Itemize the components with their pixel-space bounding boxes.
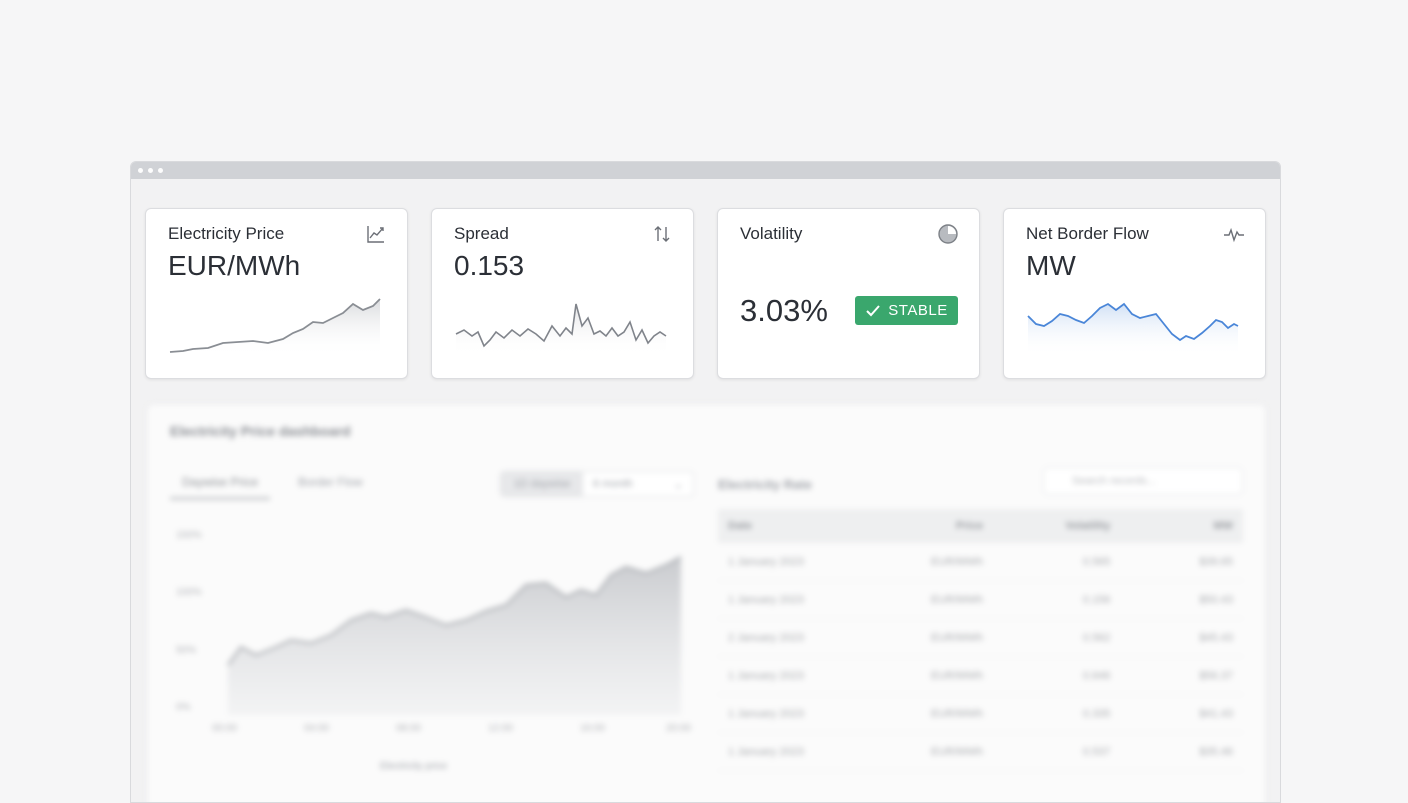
table-cell: 0.335 bbox=[1082, 707, 1111, 720]
status-badge-label: STABLE bbox=[888, 302, 948, 319]
table-cell: $39.65 bbox=[1199, 555, 1233, 568]
electricity-price-sparkline bbox=[169, 298, 381, 356]
window-dot[interactable] bbox=[148, 168, 153, 173]
card-title: Electricity Price bbox=[168, 224, 285, 243]
table-header: Date Price Volatility MW bbox=[718, 509, 1243, 543]
volatility-value: 3.03% bbox=[740, 293, 828, 328]
table-cell: EUR/MWh bbox=[931, 631, 983, 644]
panel-title: Electricity Price dashboard bbox=[170, 423, 351, 439]
table-row[interactable]: 1 January 2023 EUR/MWh 0.156 $50.43 bbox=[718, 581, 1243, 619]
dashboard-panel: Electricity Price dashboard Daywise Pric… bbox=[147, 404, 1266, 802]
table-cell: 1 January 2023 bbox=[728, 745, 804, 758]
table-cell: 1 January 2023 bbox=[728, 707, 804, 720]
table-cell: 1 January 2023 bbox=[728, 669, 804, 682]
tab-daywise-price[interactable]: Daywise Price bbox=[170, 475, 271, 500]
tab-border-flow[interactable]: Border Flow bbox=[298, 475, 363, 500]
range-selector[interactable]: 1D daywise 6 month ⌄ bbox=[500, 471, 694, 497]
trend-chart-icon bbox=[367, 226, 384, 243]
table-cell: 0.562 bbox=[1082, 631, 1111, 644]
range-option-6month[interactable]: 6 month ⌄ bbox=[583, 472, 693, 496]
swap-vertical-icon bbox=[654, 226, 670, 242]
card-spread[interactable]: Spread 0.153 bbox=[431, 208, 694, 379]
table-cell: 0.565 bbox=[1082, 555, 1111, 568]
window-titlebar bbox=[131, 162, 1280, 179]
table-row[interactable]: 1 January 2023 EUR/MWh 0.335 $41.43 bbox=[718, 695, 1243, 733]
y-tick: 50% bbox=[176, 645, 197, 656]
card-volatility[interactable]: Volatility 3.03% STABLE bbox=[717, 208, 980, 379]
table-cell: EUR/MWh bbox=[931, 555, 983, 568]
y-tick: 100% bbox=[176, 587, 202, 598]
x-tick: 20:00 bbox=[666, 723, 692, 734]
table-cell: EUR/MWh bbox=[931, 745, 983, 758]
chart-legend: Electricity price bbox=[380, 761, 448, 772]
pulse-icon bbox=[1224, 227, 1244, 243]
y-tick: 0% bbox=[176, 702, 191, 713]
column-header-date[interactable]: Date bbox=[718, 520, 875, 532]
table-cell: EUR/MWh bbox=[931, 593, 983, 606]
table-cell: 2 January 2023 bbox=[728, 631, 804, 644]
range-option-label: 6 month bbox=[593, 478, 633, 490]
table-cell: $56.37 bbox=[1199, 669, 1233, 682]
table-cell: 0.646 bbox=[1082, 669, 1111, 682]
card-value: 0.153 bbox=[454, 250, 525, 281]
x-tick: 00:00 bbox=[212, 723, 238, 734]
y-tick: 150% bbox=[176, 530, 202, 541]
table-title: Electricity Rate bbox=[718, 477, 812, 492]
card-value: MW bbox=[1026, 250, 1076, 281]
card-title: Volatility bbox=[740, 224, 803, 243]
window-dot[interactable] bbox=[138, 168, 143, 173]
table-row[interactable]: 2 January 2023 EUR/MWh 0.562 $45.43 bbox=[718, 619, 1243, 657]
dashboard-window: Electricity Price EUR/MWh Spread 0.153 V… bbox=[130, 161, 1281, 803]
table-cell: $35.46 bbox=[1199, 745, 1233, 758]
table-row[interactable]: 1 January 2023 EUR/MWh 0.646 $56.37 bbox=[718, 657, 1243, 695]
card-value: EUR/MWh bbox=[168, 250, 301, 281]
table-cell: 1 January 2023 bbox=[728, 593, 804, 606]
table-row[interactable]: 1 January 2023 EUR/MWh 0.565 $39.65 bbox=[718, 543, 1243, 581]
x-tick: 16:00 bbox=[580, 723, 606, 734]
column-header-price[interactable]: Price bbox=[875, 520, 983, 532]
table-cell: $41.43 bbox=[1199, 707, 1233, 720]
pie-clock-icon bbox=[938, 224, 958, 244]
card-net-border-flow[interactable]: Net Border Flow MW bbox=[1003, 208, 1266, 379]
card-title: Spread bbox=[454, 224, 509, 243]
x-tick: 04:00 bbox=[304, 723, 330, 734]
column-header-mw[interactable]: MW bbox=[1110, 520, 1243, 532]
table-cell: $50.43 bbox=[1199, 593, 1233, 606]
window-dot[interactable] bbox=[158, 168, 163, 173]
chevron-down-icon: ⌄ bbox=[673, 478, 683, 491]
table-cell: 0.156 bbox=[1082, 593, 1111, 606]
x-tick: 12:00 bbox=[488, 723, 514, 734]
table-cell: 0.537 bbox=[1082, 745, 1111, 758]
spread-sparkline bbox=[455, 303, 667, 356]
status-badge: STABLE bbox=[855, 296, 958, 325]
table-cell: $45.43 bbox=[1199, 631, 1233, 644]
table-cell: EUR/MWh bbox=[931, 707, 983, 720]
table-row[interactable]: 1 January 2023 EUR/MWh 0.537 $35.46 bbox=[718, 733, 1243, 771]
net-border-flow-sparkline bbox=[1027, 302, 1239, 356]
card-electricity-price[interactable]: Electricity Price EUR/MWh bbox=[145, 208, 408, 379]
main-price-chart bbox=[227, 556, 682, 715]
check-icon bbox=[866, 304, 881, 316]
chart-tabs: Daywise Price Border Flow bbox=[170, 475, 363, 500]
search-input[interactable]: Search records... bbox=[1043, 467, 1243, 495]
table-cell: EUR/MWh bbox=[931, 669, 983, 682]
range-option-daywise[interactable]: 1D daywise bbox=[501, 472, 583, 496]
card-title: Net Border Flow bbox=[1026, 224, 1149, 243]
x-tick: 08:00 bbox=[396, 723, 422, 734]
electricity-rate-table: Date Price Volatility MW 1 January 2023 E… bbox=[718, 509, 1243, 771]
table-cell: 1 January 2023 bbox=[728, 555, 804, 568]
column-header-volatility[interactable]: Volatility bbox=[983, 520, 1110, 532]
